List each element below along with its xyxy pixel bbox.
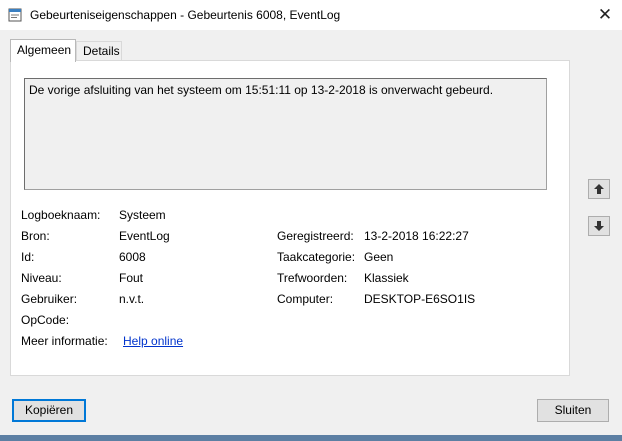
arrow-up-icon (594, 184, 604, 194)
label-niveau: Niveau: (21, 271, 62, 285)
label-geregistreerd: Geregistreerd: (277, 229, 354, 243)
taskbar-edge (0, 435, 622, 441)
copy-button[interactable]: Kopiëren (12, 399, 86, 422)
value-computer: DESKTOP-E6SO1IS (364, 292, 476, 306)
event-properties-icon (8, 8, 22, 22)
arrow-down-icon (594, 221, 604, 231)
window-title: Gebeurteniseigenschappen - Gebeurtenis 6… (30, 8, 341, 22)
label-trefwoorden: Trefwoorden: (277, 271, 348, 285)
close-icon[interactable]: ✕ (588, 0, 622, 30)
label-logboeknaam: Logboeknaam: (21, 208, 101, 222)
value-geregistreerd: 13-2-2018 16:22:27 (364, 229, 469, 243)
value-gebruiker: n.v.t. (119, 292, 145, 306)
previous-event-button[interactable] (588, 179, 610, 199)
value-bron: EventLog (119, 229, 170, 243)
label-computer: Computer: (277, 292, 334, 306)
value-trefwoorden: Klassiek (364, 271, 409, 285)
event-description-box[interactable]: De vorige afsluiting van het systeem om … (24, 78, 547, 190)
tab-details[interactable]: Details (76, 41, 122, 61)
help-online-link[interactable]: Help online (123, 334, 183, 348)
close-button[interactable]: Sluiten (537, 399, 609, 422)
general-tab-panel: De vorige afsluiting van het systeem om … (10, 60, 570, 376)
label-bron: Bron: (21, 229, 50, 243)
value-id: 6008 (119, 250, 146, 264)
value-niveau: Fout (119, 271, 144, 285)
label-gebruiker: Gebruiker: (21, 292, 78, 306)
label-opcode: OpCode: (21, 313, 70, 327)
next-event-button[interactable] (588, 216, 610, 236)
tab-algemeen[interactable]: Algemeen (10, 39, 76, 62)
value-taakcategorie: Geen (364, 250, 394, 264)
label-taakcategorie: Taakcategorie: (277, 250, 356, 264)
label-id: Id: (21, 250, 35, 264)
value-logboeknaam: Systeem (119, 208, 166, 222)
label-meer-informatie: Meer informatie: (21, 334, 108, 348)
title-bar: Gebeurteniseigenschappen - Gebeurtenis 6… (0, 0, 622, 30)
